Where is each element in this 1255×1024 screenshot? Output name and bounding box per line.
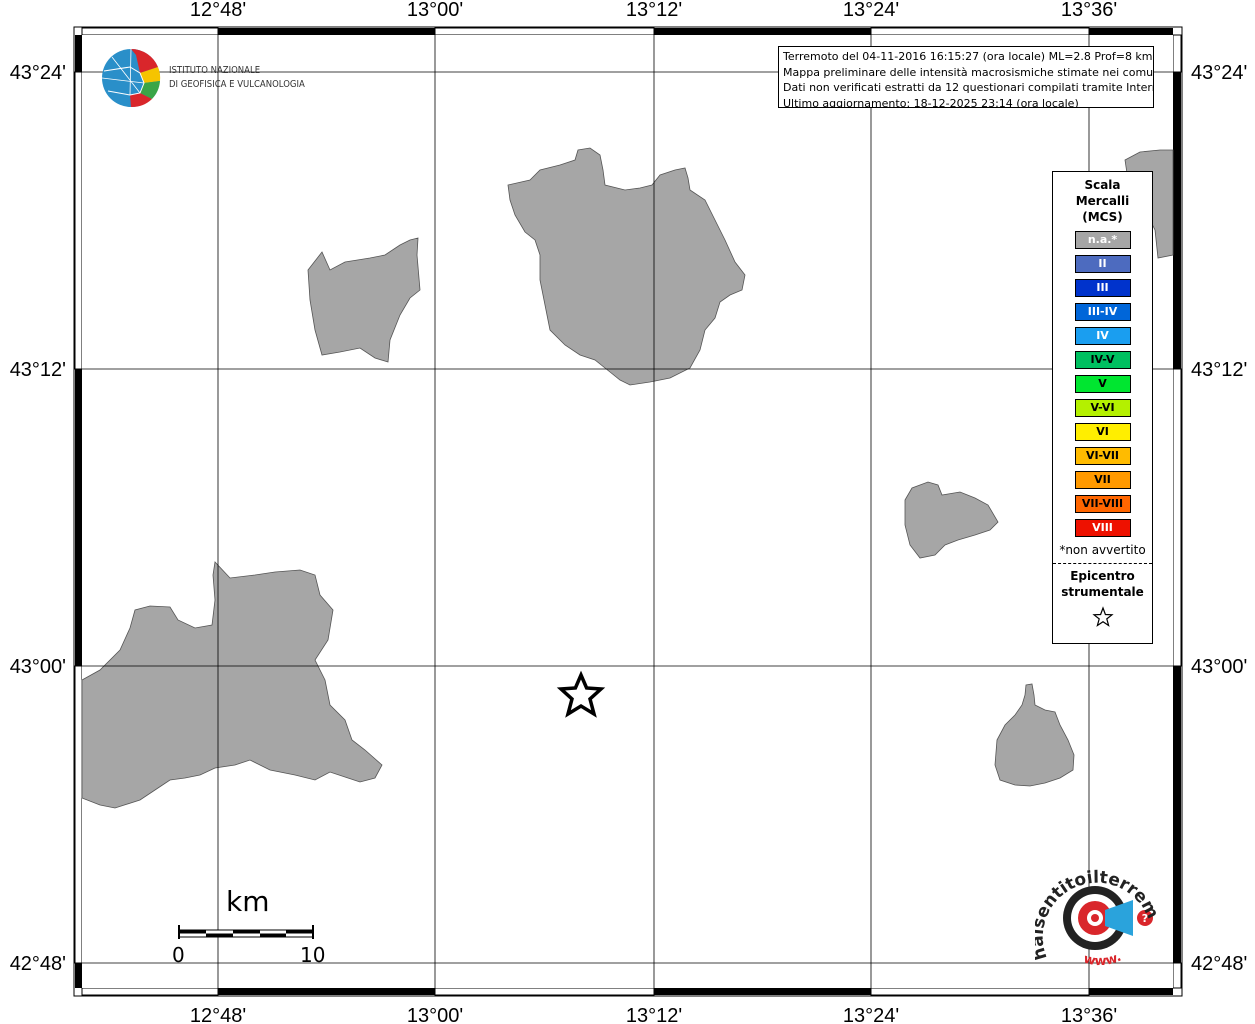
- legend-swatch-na: n.a.*: [1074, 231, 1131, 249]
- y-label-left-1: 43°24': [10, 62, 66, 84]
- scale-bar-graphic: [178, 925, 314, 939]
- legend-note: *non avvertito: [1059, 543, 1146, 557]
- legend-swatch-vii: VII: [1074, 471, 1131, 489]
- scale-bar-min: 0: [172, 943, 185, 967]
- legend-swatch-iv-v: IV-V: [1074, 351, 1131, 369]
- y-label-left-2: 43°12': [10, 359, 66, 381]
- legend-swatch-vi: VI: [1074, 423, 1131, 441]
- y-label-right-1: 43°24': [1191, 62, 1247, 84]
- legend-swatch-iii: III: [1074, 279, 1131, 297]
- x-label-top-2: 13°00': [407, 0, 463, 21]
- x-label-top-4: 13°24': [843, 0, 899, 21]
- map-border-right: [1172, 34, 1182, 989]
- svg-text:www.: www.: [1082, 950, 1124, 969]
- ingv-logo: ISTITUTO NAZIONALE DI GEOFISICA E VULCAN…: [100, 47, 320, 111]
- legend-swatch-iii-iv: III-IV: [1074, 303, 1131, 321]
- legend-epicenter-line1: Epicentro: [1070, 569, 1135, 583]
- legend-swatch-iv: IV: [1074, 327, 1131, 345]
- map-area: [82, 35, 1173, 988]
- event-info-box: Terremoto del 04-11-2016 16:15:27 (ora l…: [778, 46, 1154, 108]
- legend-swatch-v: V: [1074, 375, 1131, 393]
- x-label-top-5: 13°36': [1061, 0, 1117, 21]
- event-info-line3: Dati non verificati estratti da 12 quest…: [783, 81, 1154, 94]
- ingv-logo-line1: ISTITUTO NAZIONALE: [169, 65, 261, 76]
- legend-swatch-viii: VIII: [1074, 519, 1131, 537]
- event-info-line4: Ultimo aggiornamento: 18-12-2025 23:14 (…: [783, 96, 1079, 108]
- legend-separator: [1053, 563, 1152, 564]
- map-border-bottom: [81, 987, 1173, 996]
- scale-bar: km 0 10: [170, 885, 330, 967]
- hst-logo: ? haisentitoilterremoto.it www.: [1028, 843, 1165, 978]
- legend-swatch-v-vi: V-VI: [1074, 399, 1131, 417]
- x-label-bottom-2: 13°00': [407, 1005, 463, 1024]
- event-info-line2: Mappa preliminare delle intensità macros…: [783, 65, 1154, 79]
- legend-swatches: n.a.* II III III-IV IV IV-V V V-VI VI VI…: [1053, 231, 1152, 537]
- x-label-top-1: 12°48': [190, 0, 246, 21]
- x-label-bottom-5: 13°36': [1061, 1005, 1117, 1024]
- scale-bar-max: 10: [300, 943, 326, 967]
- legend-swatch-ii: II: [1074, 255, 1131, 273]
- hst-logo-url: www.: [1082, 950, 1124, 969]
- x-label-bottom-1: 12°48': [190, 1005, 246, 1024]
- y-label-right-2: 43°12': [1191, 359, 1247, 381]
- x-label-bottom-3: 13°12': [626, 1005, 682, 1024]
- legend-title-line3: (MCS): [1082, 210, 1123, 224]
- legend-title-line2: Mercalli: [1075, 194, 1130, 208]
- legend-epicenter-line2: strumentale: [1061, 585, 1144, 599]
- x-label-bottom-4: 13°24': [843, 1005, 899, 1024]
- y-label-left-3: 43°00': [10, 656, 66, 678]
- legend-swatch-vi-vii: VI-VII: [1074, 447, 1131, 465]
- y-label-right-4: 42°48': [1191, 953, 1247, 975]
- ingv-logo-line2: DI GEOFISICA E VULCANOLOGIA: [169, 79, 305, 90]
- map-border-top: [81, 27, 1173, 36]
- y-label-right-3: 43°00': [1191, 656, 1247, 678]
- hst-logo-graphic: ? haisentitoilterremoto.it www.: [1028, 843, 1163, 969]
- legend-star-icon: [1091, 606, 1114, 627]
- legend-swatch-vii-viii: VII-VIII: [1074, 495, 1131, 513]
- x-label-top-3: 13°12': [626, 0, 682, 21]
- event-info-line1: Terremoto del 04-11-2016 16:15:27 (ora l…: [783, 50, 1153, 63]
- legend-title-line1: Scala: [1084, 178, 1121, 192]
- map-border-left: [74, 35, 83, 988]
- y-label-left-4: 42°48': [10, 953, 66, 975]
- ingv-globe-icon: [101, 48, 161, 108]
- scale-bar-unit: km: [226, 885, 270, 918]
- mcs-legend: Scala Mercalli (MCS) n.a.* II III III-IV…: [1052, 171, 1153, 644]
